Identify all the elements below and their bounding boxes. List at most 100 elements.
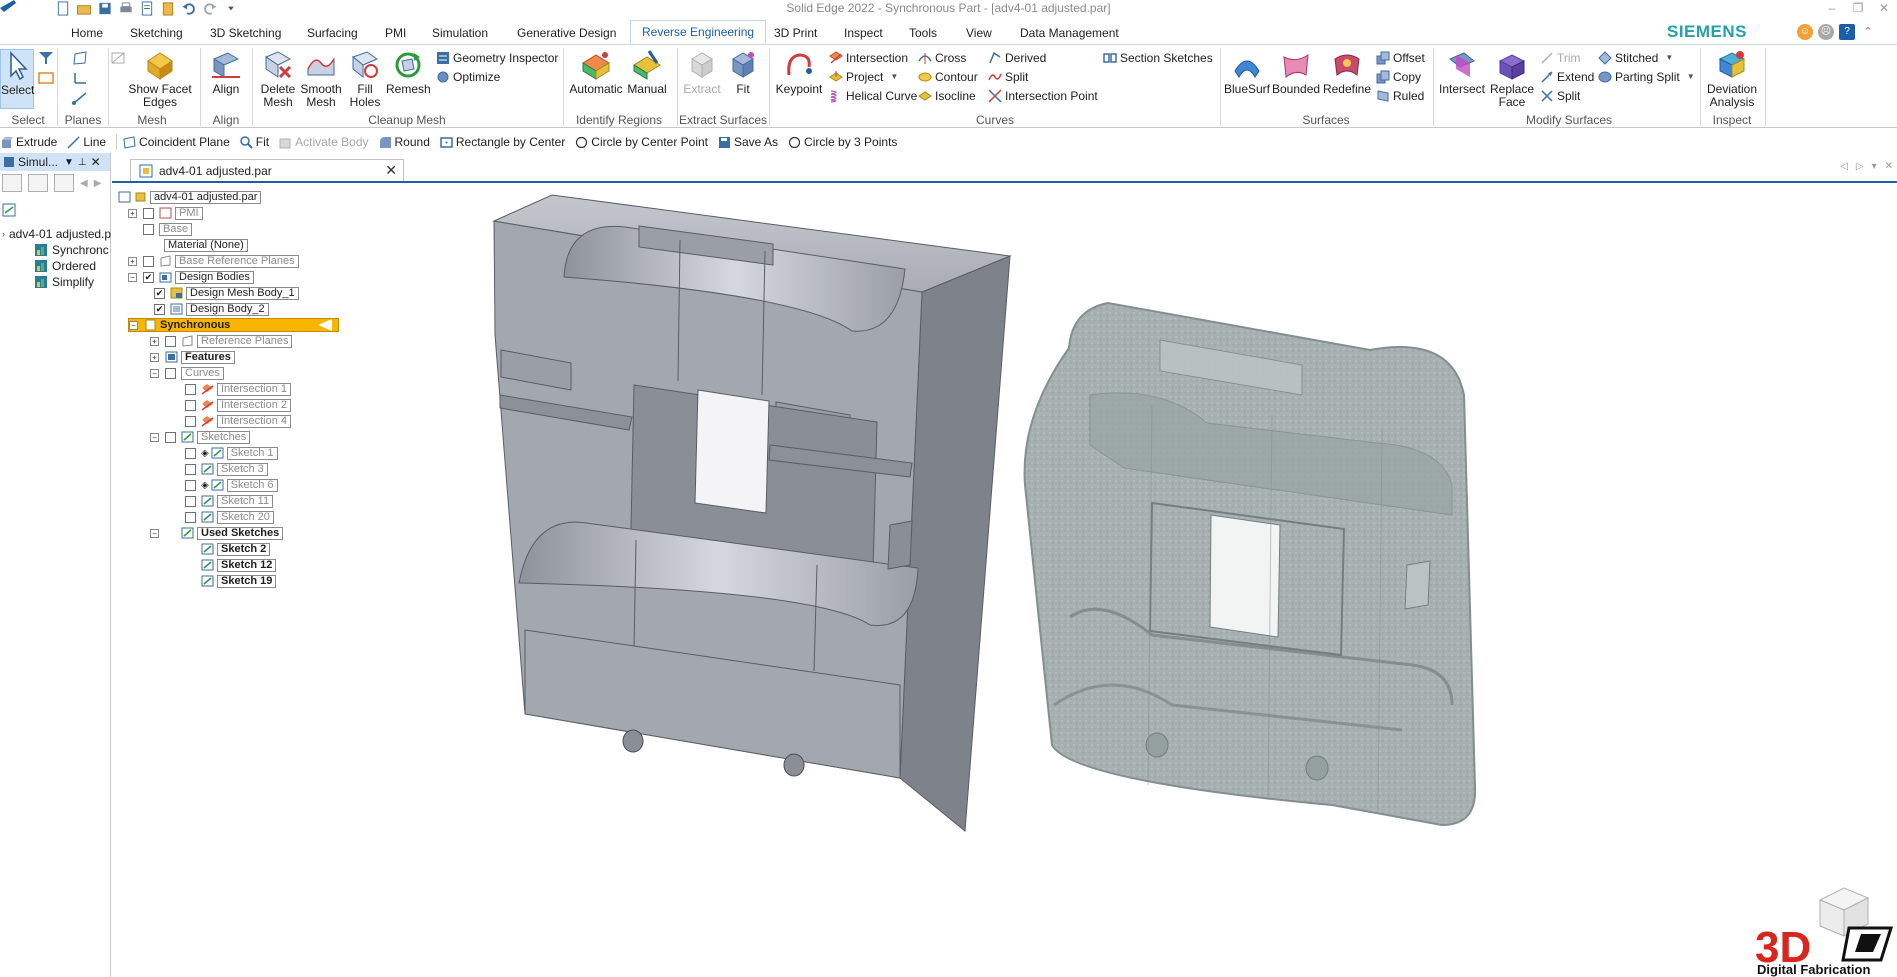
coordinate-system-icon[interactable] <box>72 71 88 85</box>
help-icon[interactable]: ? <box>1839 24 1855 40</box>
section-sketches-button[interactable]: Section Sketches <box>1103 50 1213 66</box>
geometry-inspector-button[interactable]: Geometry Inspector <box>436 50 558 66</box>
pane-tool-a-icon[interactable] <box>2 174 22 192</box>
tree-node-sketch-1[interactable]: ◈ Sketch 1 <box>185 446 278 460</box>
visibility-checkbox[interactable] <box>165 431 176 443</box>
tree-node-sketch-19[interactable]: Sketch 19 <box>201 574 277 588</box>
expand-toggle[interactable]: − <box>128 272 137 282</box>
pane-dropdown-icon[interactable]: ▼ <box>64 157 74 168</box>
show-facet-edges-button[interactable]: Show Facet Edges <box>124 49 196 109</box>
stitched-button[interactable]: Stitched ▼ <box>1598 50 1673 66</box>
pane-help-icon[interactable] <box>28 174 48 192</box>
helical-curve-button[interactable]: Helical Curve <box>829 88 917 104</box>
tree-node-material[interactable]: Material (None) <box>164 238 248 252</box>
tree-node-sketch-11[interactable]: Sketch 11 <box>185 494 274 508</box>
expand-toggle[interactable]: − <box>150 528 159 538</box>
redefine-button[interactable]: Redefine <box>1322 49 1372 96</box>
tab-3d-print[interactable]: 3D Print <box>774 23 817 44</box>
tab-tools[interactable]: Tools <box>909 23 937 44</box>
split-surface-button[interactable]: Split <box>1540 88 1580 104</box>
coincident-plane-command[interactable]: Coincident Plane <box>123 135 230 149</box>
open-folder-icon[interactable] <box>76 1 92 16</box>
tab-reverse-engineering[interactable]: Reverse Engineering <box>630 20 767 44</box>
visibility-checkbox[interactable]: ✔ <box>154 287 165 299</box>
save-icon[interactable] <box>97 1 113 16</box>
app-menu-icon[interactable] <box>0 0 16 18</box>
filter-icon[interactable] <box>38 51 54 65</box>
maximize-button[interactable]: ❐ <box>1845 0 1871 18</box>
parting-split-button[interactable]: Parting Split ▼ <box>1598 69 1695 85</box>
tab-sketching[interactable]: Sketching <box>130 23 183 44</box>
round-command[interactable]: Round <box>379 135 430 149</box>
visibility-checkbox[interactable] <box>185 495 196 507</box>
visibility-checkbox[interactable] <box>185 399 196 411</box>
expand-toggle[interactable]: + <box>150 352 159 362</box>
tree-node-base[interactable]: Base <box>143 222 193 236</box>
tab-pmi[interactable]: PMI <box>385 23 406 44</box>
tree-node-sketch-20[interactable]: Sketch 20 <box>185 510 274 524</box>
extrude-command[interactable]: Extrude <box>0 135 57 149</box>
tab-list-icon[interactable]: ▾ <box>1872 161 1877 172</box>
tab-3d-sketching[interactable]: 3D Sketching <box>210 23 281 44</box>
extend-button[interactable]: Extend <box>1540 69 1594 85</box>
pane-grid-icon[interactable] <box>54 174 74 192</box>
pin-icon[interactable]: ⊥ <box>78 157 87 168</box>
tree-root[interactable]: adv4-01 adjusted.par <box>118 190 262 204</box>
ruled-button[interactable]: Ruled <box>1376 88 1424 104</box>
save-as-command[interactable]: Save As <box>718 135 778 149</box>
plane-icon[interactable] <box>72 51 88 65</box>
tab-inspect[interactable]: Inspect <box>844 23 883 44</box>
tree-node-design-body-2[interactable]: ✔ Design Body_2 <box>154 302 269 316</box>
list-item[interactable]: Simplify <box>34 275 94 289</box>
visibility-checkbox[interactable] <box>185 447 196 459</box>
tree-node-sketch-2[interactable]: Sketch 2 <box>201 542 271 556</box>
delete-mesh-button[interactable]: Delete Mesh <box>258 49 298 109</box>
model-canvas[interactable] <box>112 185 1897 977</box>
visibility-checkbox[interactable] <box>185 511 196 523</box>
circle-by-center-command[interactable]: Circle by Center Point <box>575 135 708 149</box>
tree-node-synchronous[interactable]: − Synchronous <box>128 318 339 332</box>
tree-node-reference-planes[interactable]: + Reference Planes <box>150 334 293 348</box>
redo-icon[interactable] <box>202 1 218 16</box>
tree-node-used-sketches[interactable]: − Used Sketches <box>150 526 284 540</box>
automatic-button[interactable]: Automatic <box>568 49 624 96</box>
document-icon[interactable] <box>139 1 155 16</box>
deviation-analysis-button[interactable]: Deviation Analysis <box>1704 49 1760 109</box>
chevron-down-icon[interactable]: ▼ <box>890 69 898 85</box>
customize-icon[interactable] <box>223 1 239 16</box>
visibility-checkbox[interactable] <box>165 367 176 379</box>
minimize-button[interactable]: – <box>1819 0 1845 18</box>
list-item[interactable]: › adv4-01 adjusted.p <box>2 227 111 241</box>
chevron-down-icon[interactable]: ▼ <box>1665 50 1673 66</box>
frown-feedback-icon[interactable]: ☹ <box>1818 24 1834 40</box>
tab-view[interactable]: View <box>966 23 992 44</box>
tree-node-pmi[interactable]: + PMI <box>128 206 203 220</box>
clipboard-icon[interactable] <box>160 1 176 16</box>
activate-body-command[interactable]: Activate Body <box>279 135 369 149</box>
project-button[interactable]: Project ▼ <box>829 69 898 85</box>
bluesurf-button[interactable]: BlueSurf <box>1223 49 1271 96</box>
tree-node-mesh-body[interactable]: ✔ Design Mesh Body_1 <box>154 286 299 300</box>
tab-prev-icon[interactable]: ◁ <box>1840 161 1848 172</box>
line-command[interactable]: Line <box>67 135 106 149</box>
align-button[interactable]: Align <box>205 49 247 96</box>
tree-node-intersection-4[interactable]: Intersection 4 <box>185 414 292 428</box>
select-button[interactable]: Select <box>0 49 34 109</box>
rectangle-by-center-command[interactable]: Rectangle by Center <box>440 135 565 149</box>
graphics-viewport[interactable] <box>112 185 1897 977</box>
intersection-point-button[interactable]: Intersection Point <box>988 88 1098 104</box>
undo-icon[interactable] <box>181 1 197 16</box>
tree-node-base-reference-planes[interactable]: + Base Reference Planes <box>128 254 299 268</box>
tab-data-management[interactable]: Data Management <box>1020 23 1119 44</box>
visibility-checkbox[interactable] <box>143 255 154 267</box>
list-item[interactable]: Synchronc <box>34 243 109 257</box>
visibility-checkbox[interactable] <box>143 207 154 219</box>
trim-button[interactable]: Trim <box>1540 50 1581 66</box>
list-item[interactable]: Ordered <box>34 259 96 273</box>
copy-surface-button[interactable]: Copy <box>1376 69 1421 85</box>
optimize-button[interactable]: Optimize <box>436 69 500 85</box>
keypoint-button[interactable]: Keypoint <box>774 49 824 96</box>
pane-next-icon[interactable]: ▶ <box>94 178 102 189</box>
document-tab[interactable]: adv4-01 adjusted.par ✕ <box>130 159 404 181</box>
solid-part-model[interactable] <box>492 194 1012 832</box>
